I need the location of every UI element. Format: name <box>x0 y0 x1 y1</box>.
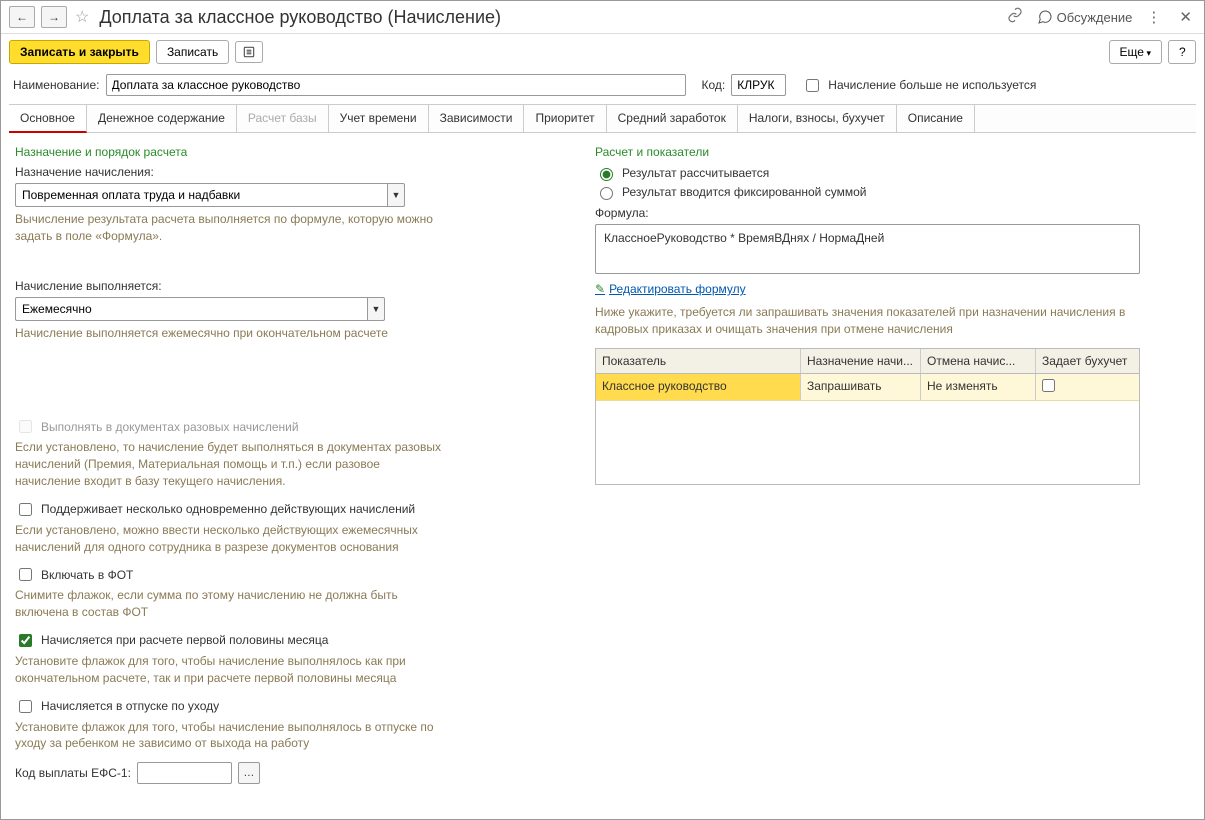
table-hint: Ниже укажите, требуется ли запрашивать з… <box>595 304 1140 338</box>
chk-multi[interactable] <box>19 503 32 516</box>
section-calc-title: Расчет и показатели <box>595 145 1155 159</box>
code-input[interactable] <box>731 74 786 96</box>
purpose-combo-drop[interactable]: ▼ <box>387 183 405 207</box>
radio-fixed[interactable] <box>600 187 613 200</box>
tab-time[interactable]: Учет времени <box>329 105 429 132</box>
chk-fot-hint: Снимите флажок, если сумма по этому начи… <box>15 587 445 621</box>
tab-priority[interactable]: Приоритет <box>524 105 606 132</box>
formula-box: КлассноеРуководство * ВремяВДнях / Норма… <box>595 224 1140 274</box>
discuss-button[interactable]: Обсуждение <box>1037 9 1133 25</box>
chk-once-hint: Если установлено, то начисление будет вы… <box>15 439 445 489</box>
purpose-hint: Вычисление результата расчета выполняетс… <box>15 211 445 245</box>
chk-leave[interactable] <box>19 700 32 713</box>
edit-formula-link[interactable]: ✎ Редактировать формулу <box>595 282 746 296</box>
list-button[interactable] <box>235 41 263 63</box>
link-icon[interactable] <box>1003 5 1027 29</box>
cell-acct-checkbox[interactable] <box>1042 379 1055 392</box>
purpose-label: Назначение начисления: <box>15 165 555 179</box>
tab-money[interactable]: Денежное содержание <box>87 105 237 132</box>
perform-hint: Начисление выполняется ежемесячно при ок… <box>15 325 445 342</box>
th-acct[interactable]: Задает бухучет <box>1036 349 1139 373</box>
tab-avg[interactable]: Средний заработок <box>607 105 738 132</box>
chk-multi-hint: Если установлено, можно ввести несколько… <box>15 522 445 556</box>
chk-multi-label: Поддерживает несколько одновременно дейс… <box>41 502 415 516</box>
tab-base[interactable]: Расчет базы <box>237 105 329 132</box>
indicators-table: Показатель Назначение начи... Отмена нач… <box>595 348 1140 485</box>
chk-once-label: Выполнять в документах разовых начислени… <box>41 420 299 434</box>
chk-leave-hint: Установите флажок для того, чтобы начисл… <box>15 719 445 753</box>
formula-label: Формула: <box>595 206 1155 220</box>
purpose-combo[interactable] <box>15 183 387 207</box>
not-used-label: Начисление больше не используется <box>828 78 1036 92</box>
cell-assign: Запрашивать <box>801 374 921 400</box>
chk-half-label: Начисляется при расчете первой половины … <box>41 633 328 647</box>
tab-main[interactable]: Основное <box>9 105 87 133</box>
discuss-label: Обсуждение <box>1057 10 1133 25</box>
radio-calculated-label: Результат рассчитывается <box>622 166 769 180</box>
cell-indicator: Классное руководство <box>596 374 801 400</box>
chk-once <box>19 420 32 433</box>
code-label: Код: <box>702 78 726 92</box>
th-cancel[interactable]: Отмена начис... <box>921 349 1036 373</box>
table-row[interactable]: Классное руководство Запрашивать Не изме… <box>596 374 1139 401</box>
not-used-checkbox[interactable] <box>806 79 819 92</box>
chk-leave-label: Начисляется в отпуске по уходу <box>41 699 219 713</box>
chk-half-hint: Установите флажок для того, чтобы начисл… <box>15 653 445 687</box>
th-indicator[interactable]: Показатель <box>596 349 801 373</box>
favorite-icon[interactable]: ☆ <box>73 7 91 27</box>
pencil-icon: ✎ <box>595 282 605 296</box>
forward-button[interactable]: → <box>41 6 67 28</box>
efs-label: Код выплаты ЕФС-1: <box>15 766 131 780</box>
edit-formula-label: Редактировать формулу <box>609 282 746 296</box>
section-purpose-title: Назначение и порядок расчета <box>15 145 555 159</box>
menu-dots-icon[interactable]: ⋮ <box>1142 6 1165 28</box>
more-button[interactable]: Еще <box>1109 40 1162 64</box>
perform-combo[interactable] <box>15 297 367 321</box>
chk-fot-label: Включать в ФОТ <box>41 568 133 582</box>
cell-cancel: Не изменять <box>921 374 1036 400</box>
window-title: Доплата за классное руководство (Начисле… <box>99 7 501 28</box>
tab-deps[interactable]: Зависимости <box>429 105 525 132</box>
save-and-close-button[interactable]: Записать и закрыть <box>9 40 150 64</box>
tab-tax[interactable]: Налоги, взносы, бухучет <box>738 105 897 132</box>
perform-label: Начисление выполняется: <box>15 279 555 293</box>
chk-half[interactable] <box>19 634 32 647</box>
tab-desc[interactable]: Описание <box>897 105 975 132</box>
efs-input[interactable] <box>137 762 232 784</box>
save-button[interactable]: Записать <box>156 40 229 64</box>
radio-fixed-label: Результат вводится фиксированной суммой <box>622 185 866 199</box>
cell-acct[interactable] <box>1036 374 1139 400</box>
radio-calculated[interactable] <box>600 168 613 181</box>
chk-fot[interactable] <box>19 568 32 581</box>
help-button[interactable]: ? <box>1168 40 1196 64</box>
close-icon[interactable]: ✕ <box>1175 6 1196 28</box>
th-assign[interactable]: Назначение начи... <box>801 349 921 373</box>
back-button[interactable]: ← <box>9 6 35 28</box>
perform-combo-drop[interactable]: ▼ <box>367 297 385 321</box>
efs-pick-button[interactable]: … <box>238 762 260 784</box>
name-label: Наименование: <box>13 78 100 92</box>
name-input[interactable] <box>106 74 686 96</box>
